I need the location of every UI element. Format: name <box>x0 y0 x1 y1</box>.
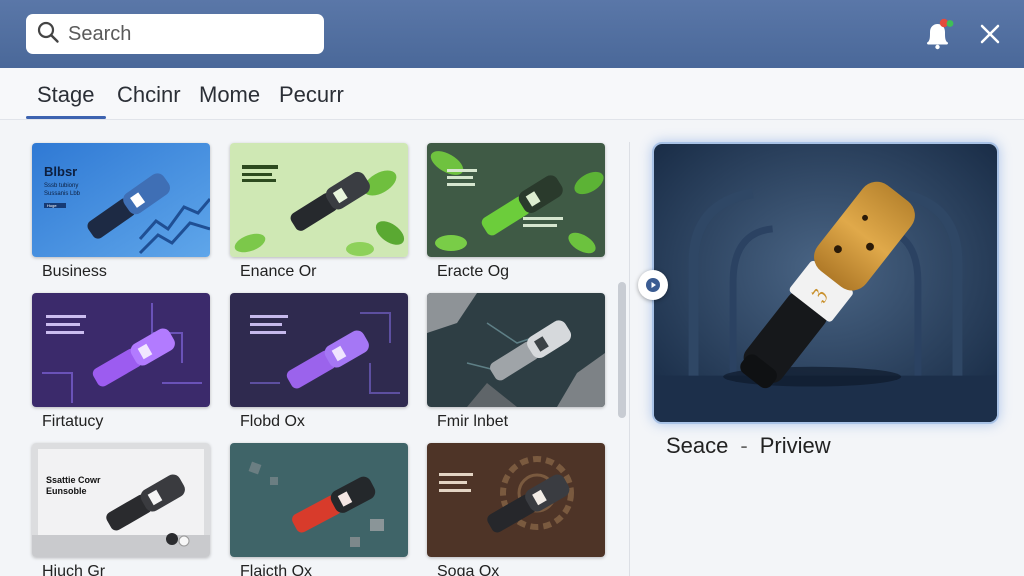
template-card[interactable]: Soga Ox <box>427 443 605 576</box>
template-thumbnail <box>32 293 210 407</box>
template-card[interactable]: Blbsr Sssb tubiony Sussanis Lbb Hoge Bus… <box>32 143 210 280</box>
top-bar <box>0 0 1024 68</box>
template-label: Flaicth Ox <box>240 563 313 576</box>
template-label: Soga Ox <box>437 563 500 576</box>
svg-text:Sussanis Lbb: Sussanis Lbb <box>44 191 81 197</box>
template-card[interactable]: Flobd Ox <box>230 293 408 430</box>
template-label: Eracte Og <box>437 263 510 280</box>
template-thumbnail: Ssattie Cowr Eunsoble <box>32 443 210 557</box>
close-icon[interactable] <box>976 20 1004 48</box>
preview-panel[interactable]: ℨ <box>652 142 999 424</box>
template-card[interactable]: Enance Or <box>230 143 408 280</box>
template-label: Firtatucy <box>42 413 104 430</box>
template-label: Enance Or <box>240 263 317 280</box>
template-label: Fmir lnbet <box>437 413 509 430</box>
template-label: Business <box>42 263 107 280</box>
preview-caption-right: Priview <box>759 433 831 458</box>
template-thumbnail <box>230 143 408 257</box>
svg-text:Hoge: Hoge <box>47 203 57 208</box>
play-icon[interactable] <box>638 270 668 300</box>
tab-chcinr[interactable]: Chcinr <box>117 82 181 108</box>
search-input[interactable] <box>68 22 308 46</box>
template-card[interactable]: Eracte Og <box>427 143 605 280</box>
tab-mome[interactable]: Mome <box>199 82 260 108</box>
template-thumbnail <box>427 143 605 257</box>
svg-text:Eunsoble: Eunsoble <box>46 486 87 496</box>
search-box[interactable] <box>26 14 324 54</box>
template-grid: Blbsr Sssb tubiony Sussanis Lbb Hoge Bus… <box>0 121 628 576</box>
template-thumbnail: Blbsr Sssb tubiony Sussanis Lbb Hoge <box>32 143 210 257</box>
template-card[interactable]: Firtatucy <box>32 293 210 430</box>
template-thumbnail <box>230 293 408 407</box>
panel-divider <box>629 142 630 576</box>
preview-image: ℨ <box>654 144 997 422</box>
grid-scrollbar[interactable] <box>618 282 626 418</box>
template-card[interactable]: Flaicth Ox <box>230 443 408 576</box>
bell-icon[interactable] <box>920 16 956 52</box>
tab-bar: Stage Chcinr Mome Pecurr <box>0 68 1024 120</box>
template-thumbnail <box>427 293 605 407</box>
preview-caption-left: Seace <box>666 433 729 458</box>
svg-text:Sssb tubiony: Sssb tubiony <box>44 183 78 189</box>
template-label: Hiuch Gr <box>42 563 106 576</box>
preview-caption: Seace - Priview <box>666 433 831 459</box>
svg-text:Blbsr: Blbsr <box>44 164 77 179</box>
preview-caption-separator: - <box>740 433 748 458</box>
template-card[interactable]: Ssattie Cowr Eunsoble Hiuch Gr <box>32 443 210 576</box>
search-icon <box>36 20 60 49</box>
template-thumbnail <box>427 443 605 557</box>
template-thumbnail <box>230 443 408 557</box>
svg-text:Ssattie Cowr: Ssattie Cowr <box>46 475 101 485</box>
template-card[interactable]: Fmir lnbet <box>427 293 605 430</box>
template-label: Flobd Ox <box>240 413 305 430</box>
tab-stage[interactable]: Stage <box>26 82 105 119</box>
tab-pecurr[interactable]: Pecurr <box>279 82 344 108</box>
